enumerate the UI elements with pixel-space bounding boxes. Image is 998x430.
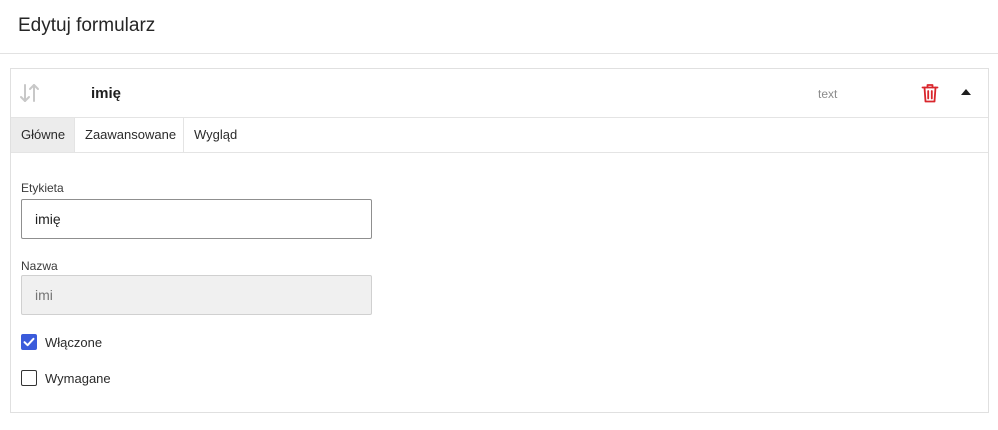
field-name-label: imię xyxy=(91,85,122,102)
page-header: Edytuj formularz xyxy=(0,0,998,54)
name-field-label: Nazwa xyxy=(21,259,58,273)
page-title: Edytuj formularz xyxy=(18,15,156,36)
tab-glowne[interactable]: Główne xyxy=(11,118,75,152)
field-panel: imię text Główne Zaawansowane Wygląd Ety… xyxy=(10,68,989,413)
label-input[interactable] xyxy=(21,199,372,239)
field-header-row[interactable]: imię text xyxy=(11,69,988,118)
field-tabs: Główne Zaawansowane Wygląd xyxy=(11,118,988,153)
field-type-label: text xyxy=(818,87,838,101)
enabled-label[interactable]: Włączone xyxy=(45,335,102,350)
sort-arrows-icon[interactable] xyxy=(19,83,41,103)
tab-wyglad[interactable]: Wygląd xyxy=(184,118,254,152)
name-input xyxy=(21,275,372,315)
trash-icon[interactable] xyxy=(921,83,939,103)
caret-up-icon[interactable] xyxy=(959,85,973,99)
tab-zaawansowane[interactable]: Zaawansowane xyxy=(75,118,184,152)
enabled-checkbox[interactable] xyxy=(21,334,37,350)
label-field-label: Etykieta xyxy=(21,181,64,195)
required-checkbox[interactable] xyxy=(21,370,37,386)
required-label[interactable]: Wymagane xyxy=(45,371,111,386)
